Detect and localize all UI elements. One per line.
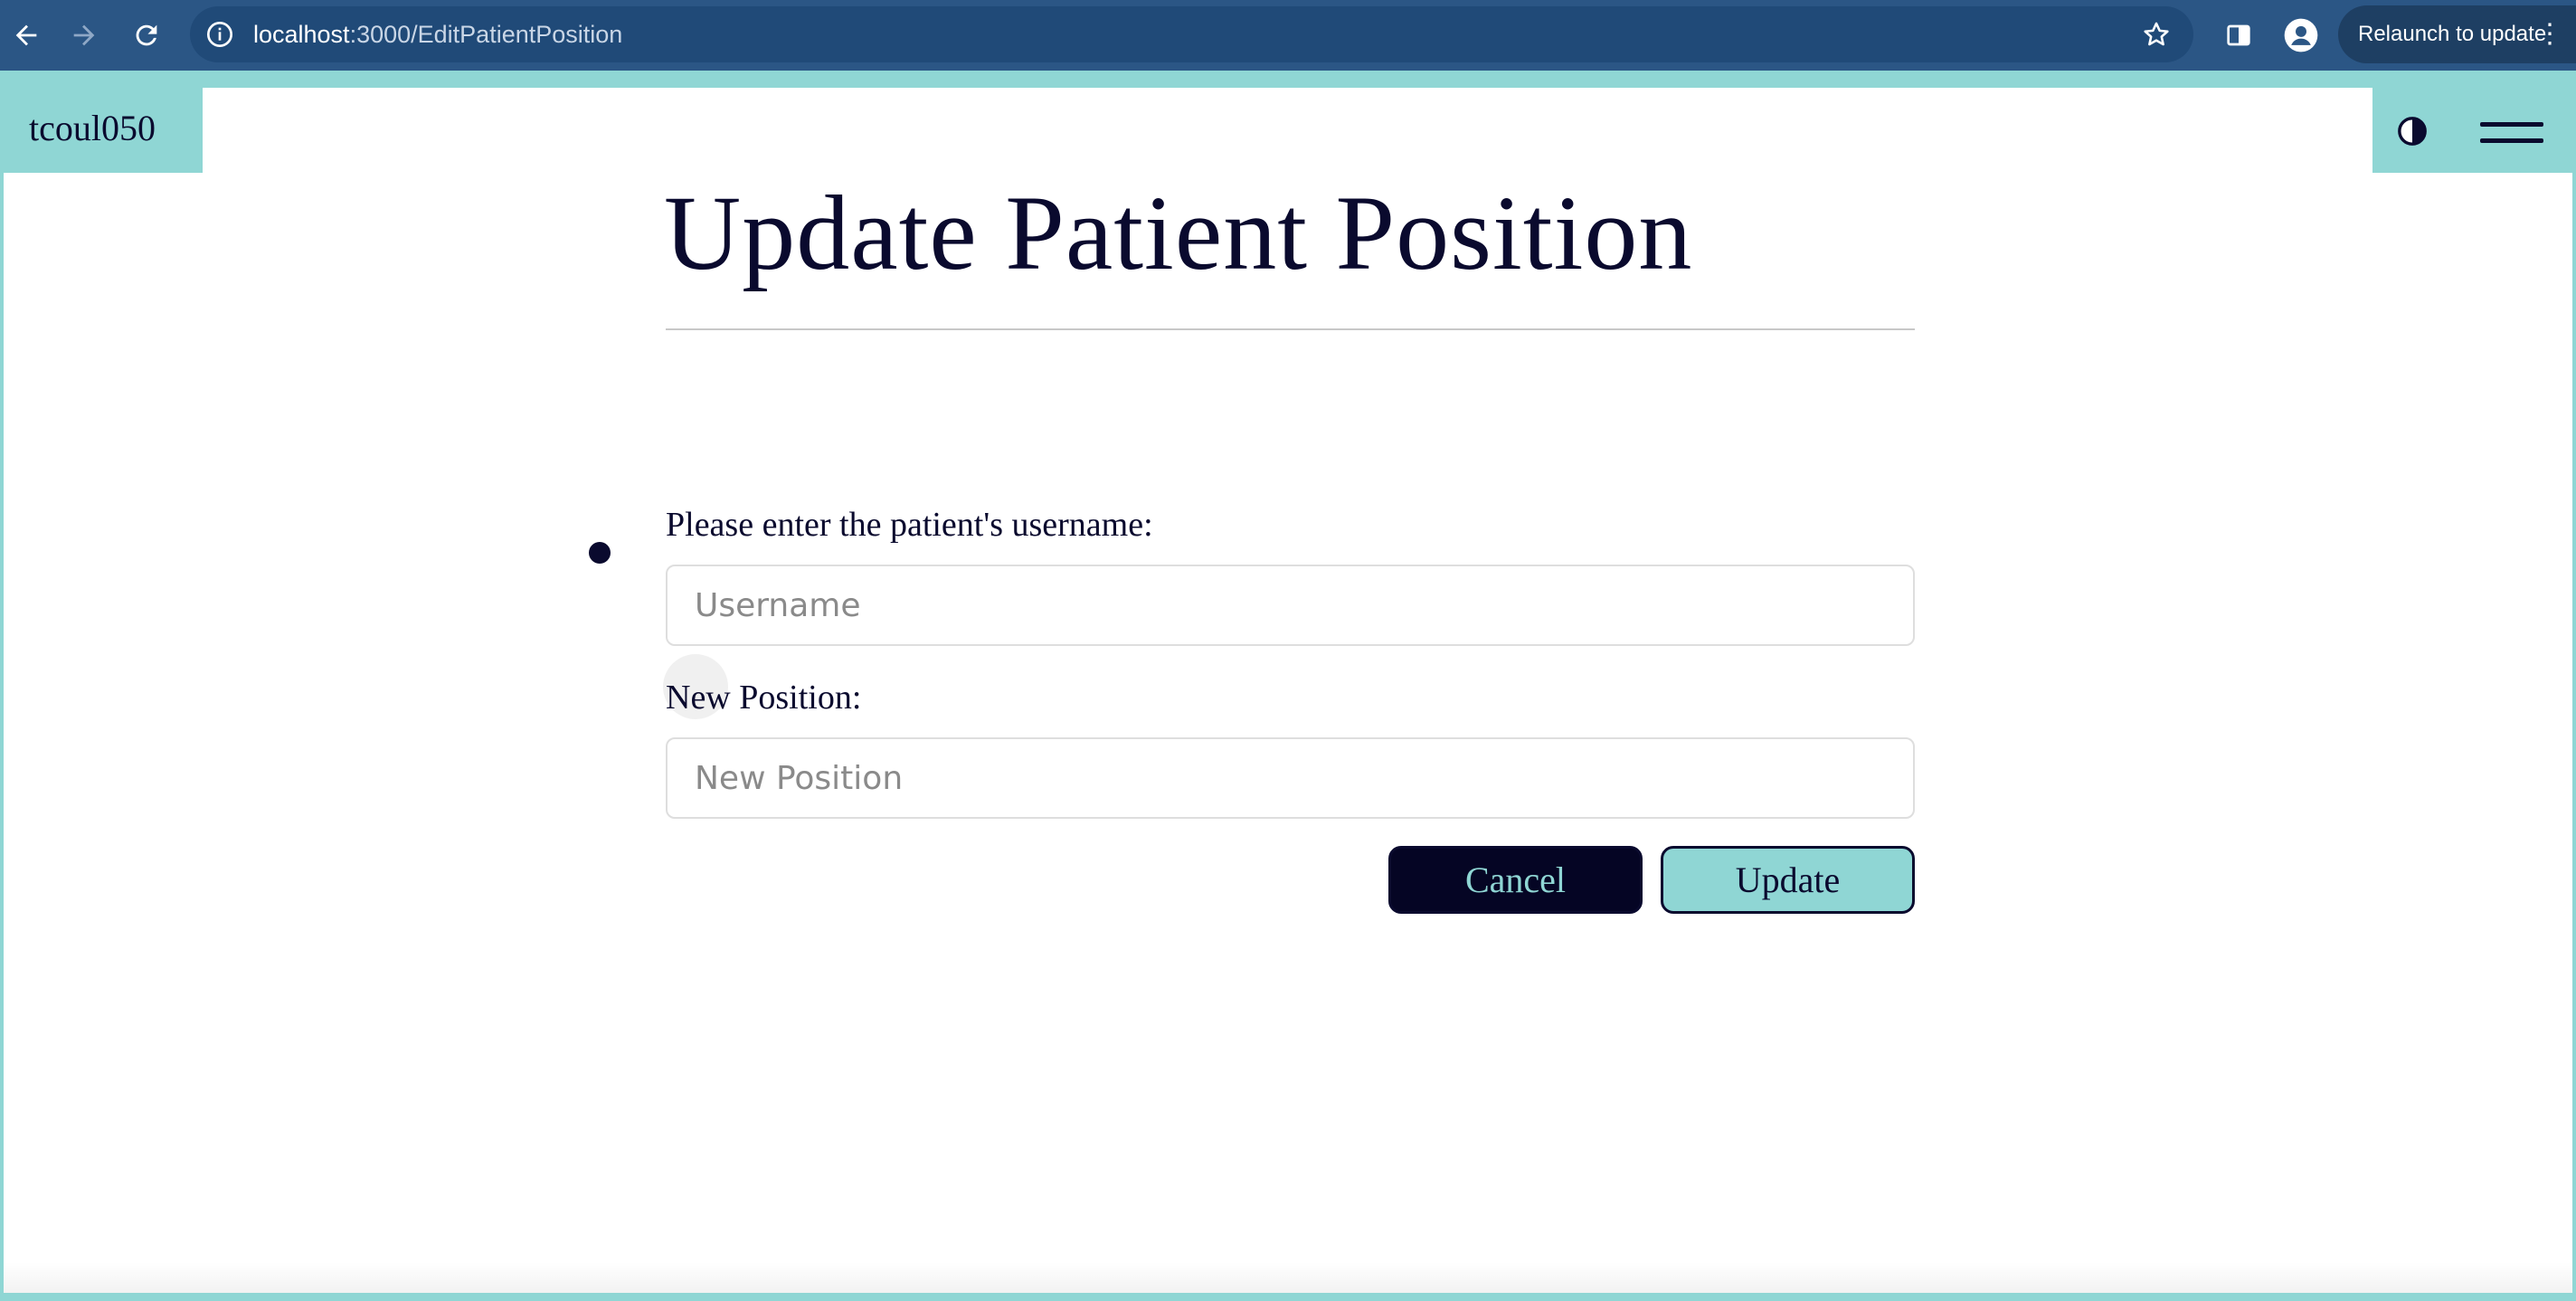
arrow-left-icon — [15, 24, 37, 46]
bullet-dot — [589, 542, 611, 564]
address-bar[interactable]: localhost:3000/EditPatientPosition — [190, 6, 2193, 62]
forward-button[interactable] — [60, 11, 109, 60]
reload-icon — [136, 24, 157, 46]
hamburger-line — [2480, 122, 2543, 127]
arrow-right-icon — [73, 24, 95, 46]
profile-avatar-icon[interactable] — [2278, 13, 2324, 58]
site-logo[interactable]: tcoul050 — [29, 107, 156, 149]
page-bottom-edge — [4, 1262, 2572, 1293]
new-position-input[interactable] — [666, 737, 1915, 819]
more-menu-icon[interactable]: ⋮ — [2536, 5, 2563, 63]
browser-toolbar: localhost:3000/EditPatientPosition Relau… — [0, 0, 2576, 71]
title-divider — [666, 328, 1915, 330]
relaunch-update-button[interactable]: Relaunch to update ⋮ — [2338, 5, 2576, 63]
url-text: localhost:3000/EditPatientPosition — [253, 6, 622, 62]
contrast-toggle-icon[interactable] — [2397, 116, 2428, 147]
new-position-label: New Position: — [666, 679, 862, 717]
hamburger-line — [2480, 138, 2543, 143]
username-input[interactable] — [666, 565, 1915, 646]
bookmark-star-icon[interactable] — [2139, 17, 2174, 52]
username-label: Please enter the patient's username: — [666, 506, 1153, 544]
relaunch-label: Relaunch to update — [2358, 22, 2547, 46]
cancel-button[interactable]: Cancel — [1388, 846, 1643, 914]
url-path: :3000/EditPatientPosition — [349, 21, 623, 48]
page-title: Update Patient Position — [664, 174, 1693, 292]
update-button[interactable]: Update — [1661, 846, 1915, 914]
url-host: localhost — [253, 21, 350, 48]
side-panel-icon[interactable] — [2216, 13, 2261, 58]
hamburger-menu-icon[interactable] — [2480, 120, 2543, 147]
back-button[interactable] — [2, 11, 51, 60]
site-info-icon[interactable] — [203, 17, 237, 52]
reload-button[interactable] — [122, 11, 171, 60]
